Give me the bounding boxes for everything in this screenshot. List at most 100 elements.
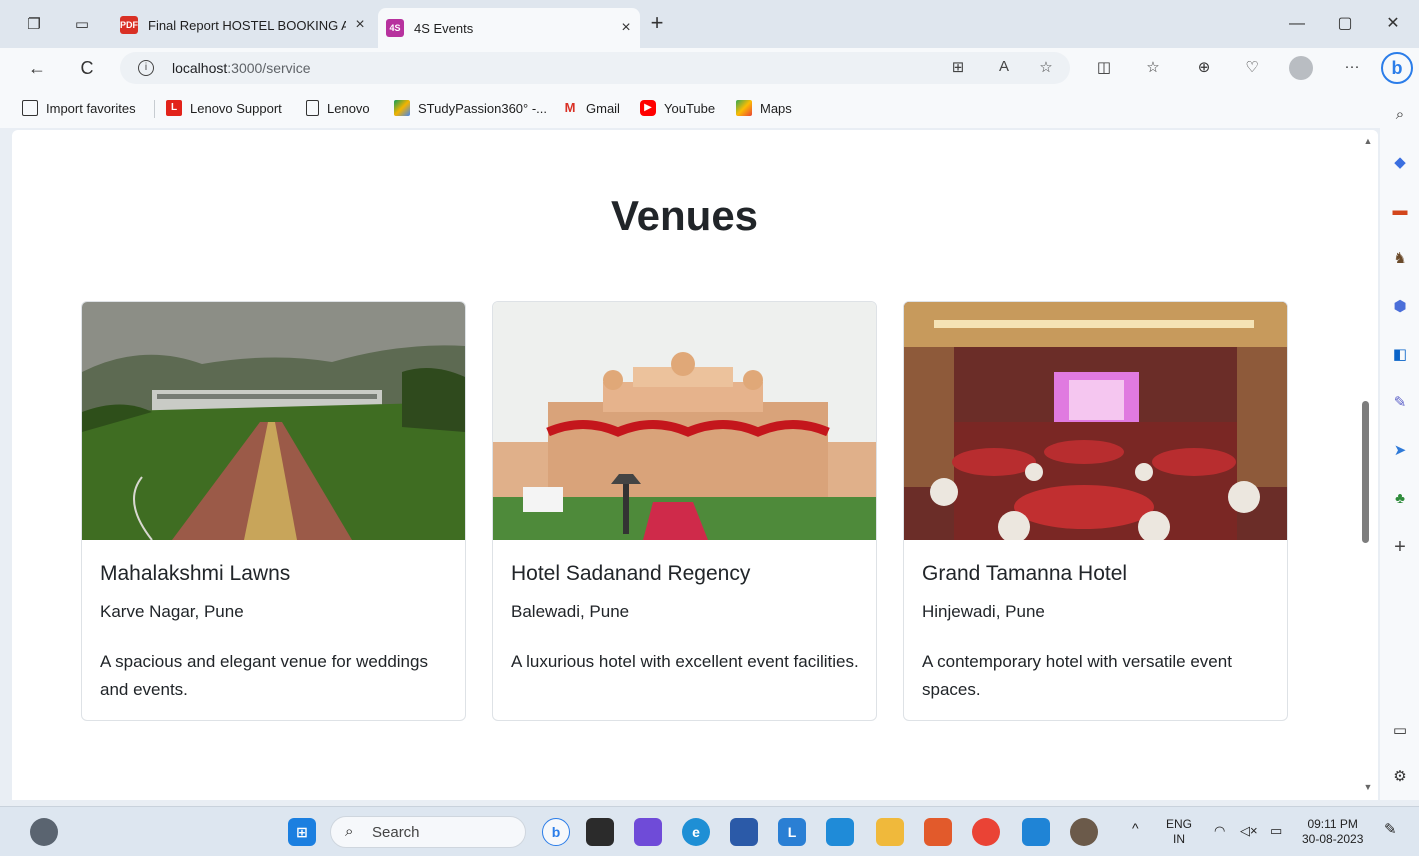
google-drive-icon <box>394 100 410 116</box>
read-aloud-icon[interactable]: A <box>992 58 1016 78</box>
venue-card[interactable]: Hotel Sadanand Regency Balewadi, Pune A … <box>492 301 877 721</box>
page-icon <box>306 100 319 116</box>
battery-icon[interactable]: ▭ <box>1270 823 1282 838</box>
favorite-import[interactable]: Import favorites <box>22 100 136 116</box>
venue-image <box>493 302 876 540</box>
settings-more-icon[interactable]: ··· <box>1340 58 1364 80</box>
venue-name: Hotel Sadanand Regency <box>511 562 751 585</box>
chrome-icon[interactable] <box>972 818 1000 846</box>
lenovo-vantage-icon[interactable]: L <box>778 818 806 846</box>
task-view-icon[interactable] <box>586 818 614 846</box>
close-tab-icon[interactable]: × <box>346 16 374 34</box>
back-button[interactable]: ← <box>22 54 52 82</box>
bing-copilot-icon[interactable]: b <box>1381 52 1413 84</box>
scrollbar-thumb[interactable] <box>1362 401 1369 543</box>
search-icon[interactable]: ⌕ <box>1389 104 1411 126</box>
taskbar-search-input[interactable]: ⌕ Search <box>330 816 526 848</box>
file-explorer-icon[interactable] <box>876 818 904 846</box>
hide-sidebar-icon[interactable]: ▭ <box>1389 720 1411 742</box>
profile-avatar[interactable] <box>1289 56 1313 80</box>
bing-icon[interactable]: b <box>542 818 570 846</box>
wifi-icon[interactable]: ◠ <box>1214 823 1225 838</box>
tab-strip: ❐ ▭ PDF Final Report HOSTEL BOOKING A × … <box>0 0 1419 48</box>
venue-image <box>82 302 465 540</box>
sidebar-settings-gear-icon[interactable]: ⚙ <box>1389 766 1411 788</box>
favorite-lenovo[interactable]: Lenovo <box>306 100 370 116</box>
volume-muted-icon[interactable]: ◁× <box>1240 823 1258 838</box>
site-favicon-icon: 4S <box>386 19 404 37</box>
favorite-youtube[interactable]: ▶ YouTube <box>640 100 715 116</box>
teams-chat-icon[interactable] <box>634 818 662 846</box>
close-window-button[interactable]: ✕ <box>1370 10 1416 38</box>
show-hidden-icons-chevron-up-icon[interactable]: ^ <box>1132 821 1139 836</box>
games-chess-icon[interactable]: ♞ <box>1389 248 1411 270</box>
favorites-icon[interactable]: ☆ <box>1141 58 1165 80</box>
venue-location: Karve Nagar, Pune <box>100 602 244 621</box>
language-indicator[interactable]: ENG IN <box>1166 817 1192 847</box>
clock[interactable]: 09:11 PM 30-08-2023 <box>1302 817 1363 847</box>
favorite-lenovo-support[interactable]: L Lenovo Support <box>166 100 282 116</box>
office-icon[interactable] <box>924 818 952 846</box>
favorite-star-icon[interactable]: ☆ <box>1034 58 1058 78</box>
refresh-button[interactable]: C <box>72 54 102 82</box>
venue-card[interactable]: Grand Tamanna Hotel Hinjewadi, Pune A co… <box>903 301 1288 721</box>
favorite-maps[interactable]: Maps <box>736 100 792 116</box>
tab-title: 4S Events <box>414 20 474 36</box>
venue-name: Grand Tamanna Hotel <box>922 562 1128 585</box>
app-blue-icon[interactable] <box>826 818 854 846</box>
notification-icon[interactable]: ✎ <box>1384 822 1397 837</box>
venue-description: A spacious and elegant venue for wedding… <box>100 652 428 699</box>
address-bar-row: ← C i localhost:3000/service ⊞ A ☆ ◫ ☆ ⊕… <box>0 48 1419 88</box>
new-tab-button[interactable]: + <box>644 12 670 36</box>
app-emblem-icon[interactable] <box>1070 818 1098 846</box>
divider <box>154 100 155 118</box>
minimize-button[interactable]: — <box>1274 10 1320 38</box>
shopping-tag-icon[interactable]: ◆ <box>1389 152 1411 174</box>
gmail-icon: M <box>564 100 576 115</box>
vscode-icon[interactable] <box>1022 818 1050 846</box>
widgets-icon[interactable] <box>30 818 58 846</box>
site-info-icon[interactable]: i <box>138 60 154 76</box>
app-available-icon[interactable]: ⊞ <box>946 58 970 78</box>
venue-description: A luxurious hotel with excellent event f… <box>511 652 859 671</box>
address-input[interactable]: i localhost:3000/service ⊞ A ☆ <box>120 52 1070 84</box>
page-scrollbar[interactable]: ▲ ▼ <box>1359 130 1378 800</box>
favorites-bar: Import favorites L Lenovo Support Lenovo… <box>0 88 1380 128</box>
microsoft-365-icon[interactable]: ⬢ <box>1389 296 1411 318</box>
import-favorites-icon <box>22 100 38 116</box>
maps-icon <box>736 100 752 116</box>
split-screen-icon[interactable]: ◫ <box>1092 58 1116 80</box>
tab-final-report[interactable]: PDF Final Report HOSTEL BOOKING A × <box>112 8 374 42</box>
youtube-icon: ▶ <box>640 100 656 116</box>
favorite-gmail[interactable]: M Gmail <box>562 100 620 116</box>
windows-taskbar: ⊞ ⌕ Search b e L ^ ENG IN ◠ ◁× ▭ 09:11 P… <box>0 806 1419 856</box>
edge-browser-icon[interactable]: e <box>682 818 710 846</box>
tools-briefcase-icon[interactable]: ▬ <box>1389 200 1411 222</box>
pdf-icon: PDF <box>120 16 138 34</box>
close-tab-icon[interactable]: × <box>612 19 640 37</box>
url-text: localhost:3000/service <box>172 60 311 76</box>
outlook-icon[interactable]: ◧ <box>1389 344 1411 366</box>
browser-essentials-icon[interactable]: ♡ <box>1240 58 1264 80</box>
page-title: Venues <box>610 192 759 239</box>
drop-icon[interactable]: ➤ <box>1389 440 1411 462</box>
tree-icon[interactable]: ♣ <box>1389 488 1411 510</box>
workspaces-icon[interactable]: ❐ <box>22 12 46 36</box>
scroll-up-icon[interactable]: ▲ <box>1362 136 1374 148</box>
venue-location: Hinjewadi, Pune <box>922 602 1045 621</box>
start-windows-icon[interactable]: ⊞ <box>288 818 316 846</box>
tab-4s-events[interactable]: 4S 4S Events × <box>378 8 640 48</box>
favorite-studypassion[interactable]: STudyPassion360° -... <box>394 100 547 116</box>
tab-actions-icon[interactable]: ▭ <box>70 12 94 36</box>
venue-description: A contemporary hotel with versatile even… <box>922 652 1232 699</box>
add-sidebar-app-icon[interactable]: + <box>1389 536 1411 558</box>
microsoft-store-icon[interactable] <box>730 818 758 846</box>
restore-button[interactable]: ▢ <box>1322 10 1368 38</box>
scroll-down-icon[interactable]: ▼ <box>1362 782 1374 794</box>
venue-card[interactable]: Mahalakshmi Lawns Karve Nagar, Pune A sp… <box>81 301 466 721</box>
collections-icon[interactable]: ⊕ <box>1192 58 1216 80</box>
venue-name: Mahalakshmi Lawns <box>100 562 291 585</box>
designer-icon[interactable]: ✎ <box>1389 392 1411 414</box>
venue-location: Balewadi, Pune <box>511 602 630 621</box>
venue-image <box>904 302 1287 540</box>
